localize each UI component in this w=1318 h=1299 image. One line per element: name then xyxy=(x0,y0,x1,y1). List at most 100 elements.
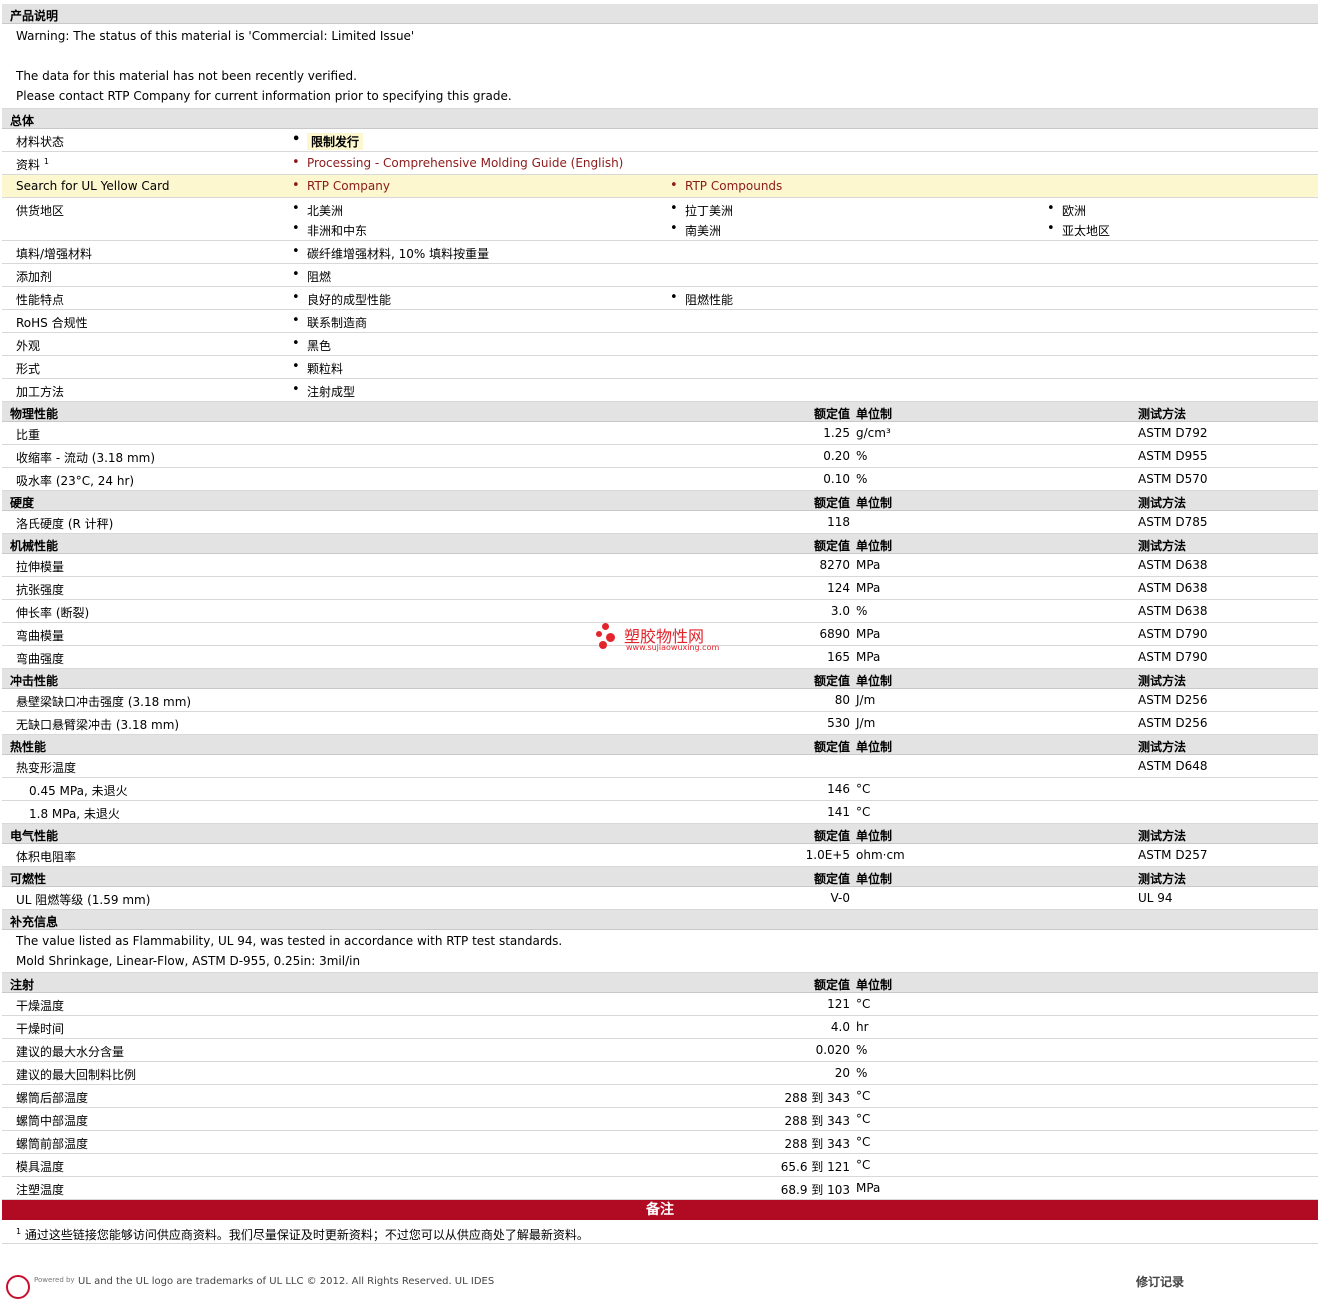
supplemental-line: The value listed as Flammability, UL 94,… xyxy=(16,934,563,948)
section-injection-header: 注射 额定值 单位制 xyxy=(2,973,1318,993)
property-value: 6890 xyxy=(819,627,850,641)
test-method: ASTM D638 xyxy=(1138,581,1208,595)
property-label: 建议的最大水分含量 xyxy=(16,1045,125,1059)
property-label: 干燥温度 xyxy=(16,999,65,1013)
property-unit: % xyxy=(856,604,868,618)
property-value: 8270 xyxy=(819,558,850,572)
property-row: 抗张强度 124 MPa ASTM D638 xyxy=(2,577,1318,600)
column-header-value: 额定值 xyxy=(813,407,850,421)
watermark-url: www.sujiaowuxing.com xyxy=(626,643,720,652)
test-method: ASTM D256 xyxy=(1138,693,1208,707)
property-label: 注塑温度 xyxy=(16,1183,65,1197)
column-header-test-method: 测试方法 xyxy=(1138,539,1187,553)
property-value: 68.9 到 103 xyxy=(780,1183,850,1197)
status-badge: 限制发行 xyxy=(292,132,364,150)
property-label: 体积电阻率 xyxy=(16,850,77,864)
property-label: 螺筒后部温度 xyxy=(16,1091,89,1105)
property-unit: °C xyxy=(856,1158,871,1172)
property-row-form: 形式 颗粒料 xyxy=(2,356,1318,379)
property-unit: g/cm³ xyxy=(856,426,891,440)
property-label: 形式 xyxy=(16,362,41,376)
property-row: 1.8 MPa, 未退火 141 °C xyxy=(2,801,1318,824)
property-value: 阻燃 xyxy=(292,267,331,285)
property-row: 伸长率 (断裂) 3.0% ASTM D638 xyxy=(2,600,1318,623)
property-value: 121 xyxy=(827,997,850,1011)
property-row-supply-regions: 供货地区 北美洲 拉丁美洲 欧洲 非洲和中东 南美洲 亚太地区 xyxy=(2,198,1318,241)
property-value: 65.6 到 121 xyxy=(780,1160,850,1174)
column-header-value: 额定值 xyxy=(813,674,850,688)
property-label: 热变形温度 xyxy=(16,761,77,775)
column-header-unit: 单位制 xyxy=(856,740,893,754)
property-row-ul-yellow-card: Search for UL Yellow Card RTP Company RT… xyxy=(2,175,1318,198)
property-label: 拉伸模量 xyxy=(16,560,65,574)
section-title: 补充信息 xyxy=(10,915,59,929)
property-unit: °C xyxy=(856,1135,871,1149)
column-header-value: 额定值 xyxy=(813,539,850,553)
test-method: ASTM D790 xyxy=(1138,650,1208,664)
property-label: 伸长率 (断裂) xyxy=(16,606,90,620)
test-method: ASTM D790 xyxy=(1138,627,1208,641)
property-row: 建议的最大回制料比例 20% xyxy=(2,1062,1318,1085)
property-value: 0.20 xyxy=(823,449,850,463)
property-label: 添加剂 xyxy=(16,270,53,284)
property-value: 注射成型 xyxy=(292,382,355,400)
section-description-header: 产品说明 xyxy=(2,4,1318,24)
property-row: 干燥时间 4.0 hr xyxy=(2,1016,1318,1039)
property-value: 颗粒料 xyxy=(292,359,343,377)
property-row: 螺筒中部温度 288 到 343 °C xyxy=(2,1108,1318,1131)
rtp-compounds-link[interactable]: RTP Compounds xyxy=(670,178,782,193)
test-method: ASTM D256 xyxy=(1138,716,1208,730)
property-unit: °C xyxy=(856,1112,871,1126)
property-value: 288 到 343 xyxy=(784,1114,850,1128)
property-row: 收缩率 - 流动 (3.18 mm) 0.20% ASTM D955 xyxy=(2,445,1318,468)
property-value: 联系制造商 xyxy=(292,313,367,331)
property-unit: % xyxy=(856,472,868,486)
notes-block: 1 通过这些链接您能够访问供应商资料。我们尽量保证及时更新资料；不过您可以从供应… xyxy=(2,1220,1318,1244)
property-row-process: 加工方法 注射成型 xyxy=(2,379,1318,402)
property-unit: % xyxy=(856,1043,868,1057)
property-row: 螺筒后部温度 288 到 343 °C xyxy=(2,1085,1318,1108)
property-row-additive: 添加剂 阻燃 xyxy=(2,264,1318,287)
property-row: 洛氏硬度 (R 计秤) 118 ASTM D785 xyxy=(2,511,1318,534)
column-header-unit: 单位制 xyxy=(856,829,893,843)
column-header-test-method: 测试方法 xyxy=(1138,407,1187,421)
section-supplemental-header: 补充信息 xyxy=(2,910,1318,930)
section-title: 热性能 xyxy=(10,740,47,754)
property-row: UL 阻燃等级 (1.59 mm) V-0 UL 94 xyxy=(2,887,1318,910)
property-value: 良好的成型性能 xyxy=(292,290,391,308)
property-row-status: 材料状态 限制发行 xyxy=(2,129,1318,152)
property-label: 模具温度 xyxy=(16,1160,65,1174)
test-method: ASTM D638 xyxy=(1138,604,1208,618)
property-label: 螺筒中部温度 xyxy=(16,1114,89,1128)
column-header-unit: 单位制 xyxy=(856,539,893,553)
property-label: 悬壁梁缺口冲击强度 (3.18 mm) xyxy=(16,695,192,709)
property-row: 体积电阻率 1.0E+5 ohm·cm ASTM D257 xyxy=(2,844,1318,867)
property-row: 无缺口悬臂梁冲击 (3.18 mm) 530 J/m ASTM D256 xyxy=(2,712,1318,735)
property-value: 80 xyxy=(834,693,850,707)
column-header-test-method: 测试方法 xyxy=(1138,674,1187,688)
test-method: ASTM D570 xyxy=(1138,472,1208,486)
section-title: 电气性能 xyxy=(10,829,59,843)
rtp-company-link[interactable]: RTP Company xyxy=(292,178,390,193)
section-title: 注射 xyxy=(10,978,35,992)
column-header-test-method: 测试方法 xyxy=(1138,740,1187,754)
column-header-value: 额定值 xyxy=(813,978,850,992)
section-physical-header: 物理性能 额定值 单位制 测试方法 xyxy=(2,402,1318,422)
column-header-unit: 单位制 xyxy=(856,407,893,421)
region-item: 非洲和中东 xyxy=(292,221,367,239)
property-unit: °C xyxy=(856,1089,871,1103)
property-label: 收缩率 - 流动 (3.18 mm) xyxy=(16,451,156,465)
property-unit: °C xyxy=(856,782,871,796)
property-value: V-0 xyxy=(830,891,850,905)
test-method: ASTM D648 xyxy=(1138,759,1208,773)
property-row: 模具温度 65.6 到 121 °C xyxy=(2,1154,1318,1177)
test-method: ASTM D638 xyxy=(1138,558,1208,572)
column-header-value: 额定值 xyxy=(813,872,850,886)
processing-guide-link[interactable]: Processing - Comprehensive Molding Guide… xyxy=(292,155,623,170)
test-method: UL 94 xyxy=(1138,891,1173,905)
property-value: 1.0E+5 xyxy=(805,848,850,862)
property-label: 建议的最大回制料比例 xyxy=(16,1068,137,1082)
section-title: 可燃性 xyxy=(10,872,47,886)
property-value: 288 到 343 xyxy=(784,1137,850,1151)
property-label: 螺筒前部温度 xyxy=(16,1137,89,1151)
